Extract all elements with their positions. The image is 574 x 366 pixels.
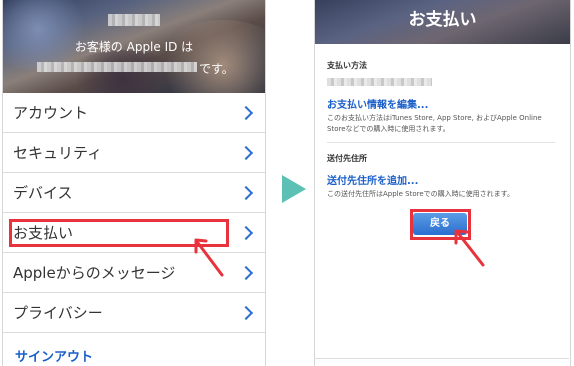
pointer-arrows xyxy=(194,229,485,277)
pointer-arrow-icon xyxy=(456,231,485,267)
pointer-arrow-icon xyxy=(196,241,224,277)
